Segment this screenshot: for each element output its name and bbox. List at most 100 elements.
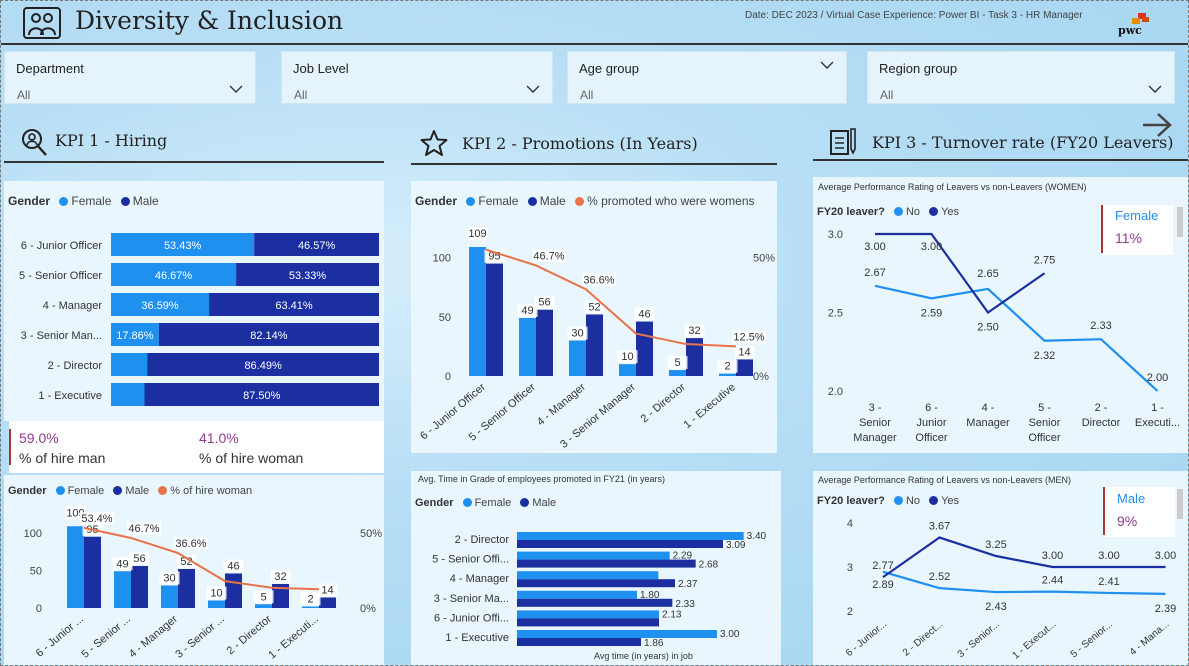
- y2-tick-label: 0%: [753, 371, 769, 383]
- chevron-down-icon[interactable]: [1148, 82, 1162, 96]
- yes-value-label: 3.00: [864, 241, 885, 253]
- male-bar: [225, 573, 242, 608]
- percent-label: 12.5%: [733, 331, 764, 343]
- filter-label: Age group: [579, 61, 639, 76]
- category-label: Director: [1082, 417, 1121, 429]
- card-accent: [1103, 487, 1105, 535]
- dashboard: Diversity & Inclusion Date: DEC 2023 / V…: [0, 0, 1189, 666]
- no-value-label: 2.33: [1090, 320, 1111, 332]
- age-group-filter[interactable]: Age group All: [567, 51, 847, 104]
- category-label: 4 - Manager: [43, 300, 103, 312]
- hire-woman-value: 41.0%: [199, 430, 239, 446]
- y2-tick-label: 0%: [360, 603, 376, 615]
- no-value-label: 2.44: [1042, 575, 1063, 587]
- kpi-turnover-title: KPI 3 - Turnover rate (FY20 Leavers): [872, 133, 1174, 152]
- female-bar: [569, 340, 586, 376]
- category-label: 1 - Executive: [445, 632, 509, 644]
- card-scrollbar[interactable]: [1177, 207, 1183, 237]
- category-label: 2 - Director: [639, 381, 689, 425]
- card-scrollbar[interactable]: [1177, 489, 1183, 519]
- document-pen-icon: [829, 127, 857, 162]
- male-value-label: 2.33: [675, 599, 695, 610]
- category-label: 1 - Executive: [38, 390, 102, 402]
- y-tick-label: 100: [24, 528, 42, 540]
- category-label: 6 - Junior ...: [34, 613, 86, 660]
- female-value-label: 10: [210, 588, 222, 600]
- no-value-label: 2.43: [985, 601, 1006, 613]
- category-label: 3 -: [869, 402, 882, 414]
- header-divider: [1, 43, 1188, 45]
- category-label: Senior: [859, 417, 891, 429]
- female-bar: [619, 364, 636, 376]
- women-perf-card: Average Performance Rating of Leavers vs…: [813, 177, 1188, 453]
- arrow-right-icon[interactable]: [1141, 111, 1173, 144]
- hire-cards: 59.0% % of hire man 41.0% % of hire woma…: [9, 421, 384, 473]
- yes-value-label: 3.00: [1098, 550, 1119, 562]
- no-value-label: 2.65: [977, 268, 998, 280]
- male-bar: [517, 579, 675, 588]
- female-bar: [517, 532, 744, 540]
- filter-value: All: [17, 88, 31, 102]
- kpi-divider: [4, 161, 384, 163]
- female-bar-label: 46.67%: [155, 270, 193, 282]
- filter-label: Department: [16, 61, 84, 76]
- category-label: 2 - Director: [48, 360, 103, 372]
- filter-value: All: [580, 88, 594, 102]
- category-label: 1 - Execut...: [1010, 619, 1058, 662]
- male-bar: [636, 321, 653, 376]
- category-label: 3 - Senior ...: [173, 613, 227, 661]
- no-value-label: 2.59: [921, 307, 942, 319]
- filter-label: Region group: [879, 61, 958, 76]
- male-value-label: 52: [588, 301, 600, 313]
- female-value-label: 10: [621, 351, 633, 363]
- female-bar: [208, 600, 225, 608]
- female-bar: [114, 571, 131, 608]
- region-group-filter[interactable]: Region group All: [867, 51, 1175, 104]
- category-label: 1 - Executi...: [266, 613, 321, 661]
- male-bar-label: 63.41%: [275, 300, 313, 312]
- female-value-label: 5: [260, 591, 266, 603]
- chevron-down-icon[interactable]: [526, 82, 540, 96]
- no-value-label: 2.00: [1147, 372, 1168, 384]
- male-value-label: 2.37: [678, 579, 698, 590]
- category-label: 2 - Director: [455, 534, 510, 546]
- female-value-label: 109: [468, 228, 486, 240]
- category-label: 6 - Junior Offi...: [434, 612, 509, 624]
- category-label: 5 - Senior Offi...: [432, 554, 509, 566]
- hiring-combo-card: Gender Female Male % of hire woman 0 50 10…: [4, 475, 384, 665]
- chevron-down-icon[interactable]: [820, 58, 834, 72]
- female-value-label: 1.80: [640, 590, 660, 601]
- category-label: 3 - Senior Ma...: [434, 593, 509, 605]
- department-filter[interactable]: Department All: [4, 51, 256, 104]
- hire-man-label: % of hire man: [19, 450, 106, 466]
- filter-value: All: [880, 88, 894, 102]
- y2-tick-label: 50%: [753, 253, 775, 265]
- category-label: Officer: [1028, 432, 1061, 444]
- avg-time-card: Avg. Time in Grade of employees promoted…: [411, 471, 781, 665]
- male-bar: [517, 559, 696, 568]
- job-level-filter[interactable]: Job Level All: [281, 51, 553, 104]
- female-bar: [719, 373, 736, 376]
- male-value-label: 14: [738, 346, 750, 358]
- no-series-line: [874, 284, 1159, 392]
- category-label: 6 - Junior...: [844, 619, 889, 659]
- category-label: 2 - Direct...: [901, 619, 946, 659]
- female-bar: [302, 606, 319, 608]
- female-bar: [669, 370, 686, 376]
- male-bar: [586, 314, 603, 376]
- male-bar: [517, 540, 723, 548]
- female-bar: [517, 590, 637, 599]
- male-value-label: 14: [321, 585, 333, 597]
- male-bar-label: 46.57%: [298, 240, 336, 252]
- kpi-divider: [411, 163, 777, 165]
- category-label: 6 - Junior Officer: [21, 240, 102, 252]
- chevron-down-icon[interactable]: [229, 82, 243, 96]
- y-tick-label: 100: [433, 253, 451, 265]
- card-accent: [9, 429, 11, 465]
- male-bar-label: 53.33%: [289, 270, 327, 282]
- page-title: Diversity & Inclusion: [75, 6, 344, 35]
- male-value-label: 56: [538, 297, 550, 309]
- no-value-label: 2.41: [1098, 576, 1119, 588]
- male-value-label: 1.86: [644, 638, 664, 649]
- category-label: 3 - Senior Man...: [21, 330, 102, 342]
